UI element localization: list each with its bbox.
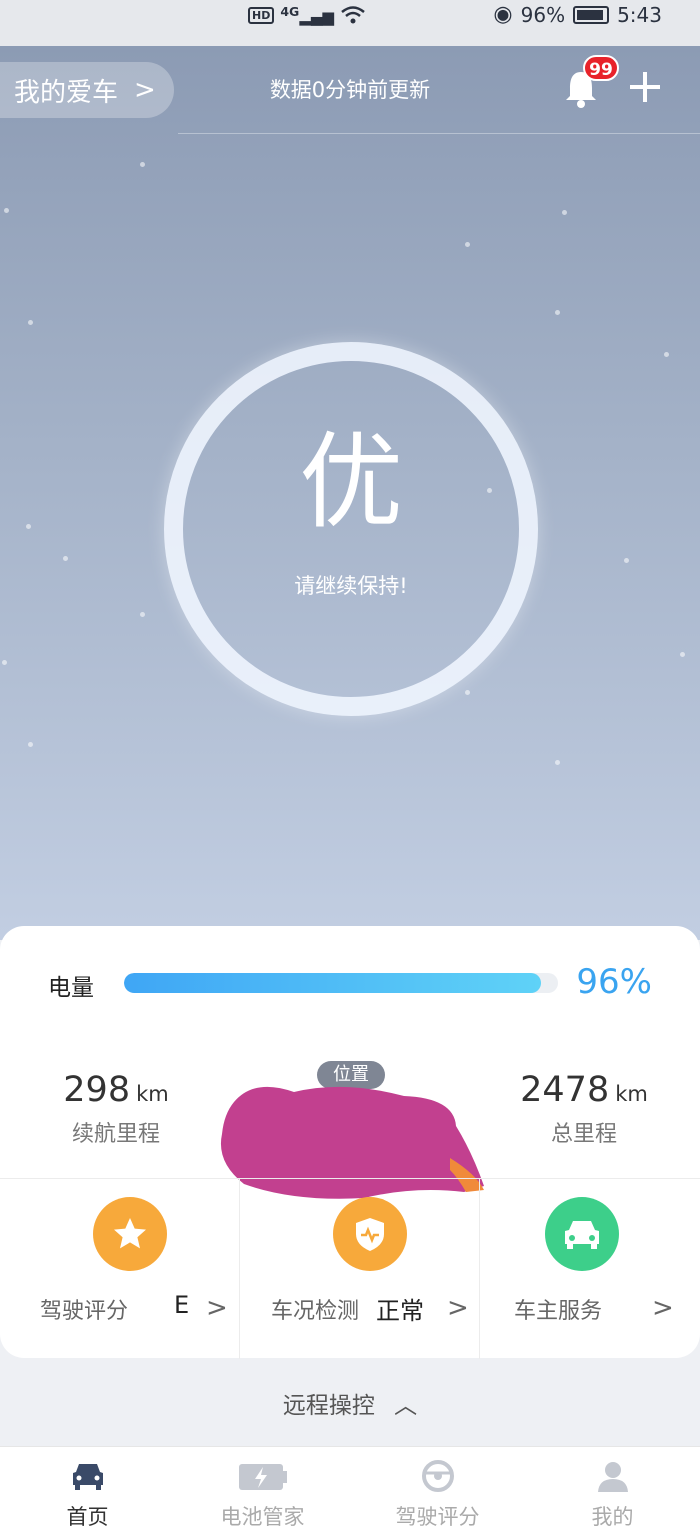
decor-dot bbox=[4, 208, 9, 213]
cell-signal-icon: 4G▂▄▆ bbox=[280, 4, 334, 26]
score-grade: 优 bbox=[298, 421, 403, 543]
decor-dot bbox=[140, 162, 145, 167]
decor-dot bbox=[28, 320, 33, 325]
battery-icon bbox=[573, 5, 610, 24]
owner-service-tile[interactable]: 车主服务 > bbox=[479, 1179, 700, 1359]
user-icon bbox=[597, 1462, 628, 1492]
add-icon[interactable] bbox=[628, 70, 662, 104]
wifi-icon bbox=[341, 6, 365, 24]
chevron-up-icon: ︿ bbox=[394, 1393, 418, 1419]
range-stat: 298 km 续航里程 bbox=[18, 1070, 214, 1148]
chevron-right-icon: > bbox=[652, 1293, 674, 1323]
service-tiles: 驾驶评分 E > 车况检测 正常 > 车主服务 > bbox=[0, 1178, 700, 1359]
remote-control-toggle[interactable]: 远程操控 ︿ bbox=[0, 1386, 700, 1420]
battery-progress-fill bbox=[124, 973, 541, 993]
eye-comfort-icon: ◉ bbox=[493, 2, 513, 27]
total-mileage-unit: km bbox=[615, 1082, 648, 1106]
decor-dot bbox=[555, 310, 560, 315]
total-mileage-stat: 2478 km 总里程 bbox=[486, 1070, 682, 1148]
decor-dot bbox=[680, 652, 685, 657]
battery-bolt-icon bbox=[238, 1464, 287, 1490]
tab-driving-score[interactable]: 驾驶评分 bbox=[350, 1447, 525, 1540]
status-bar: HD 4G▂▄▆ ◉ 96% 5:43 bbox=[0, 0, 700, 40]
owner-service-label: 车主服务 bbox=[514, 1299, 603, 1324]
car-icon bbox=[545, 1197, 619, 1271]
star-icon bbox=[93, 1197, 167, 1271]
tab-home[interactable]: 首页 bbox=[0, 1447, 175, 1540]
battery-percent: 96% bbox=[520, 2, 566, 27]
tab-home-label: 首页 bbox=[66, 1505, 109, 1529]
tab-driving-score-label: 驾驶评分 bbox=[395, 1505, 480, 1529]
decor-dot bbox=[465, 690, 470, 695]
battery-percent-value: 96% bbox=[576, 962, 652, 1002]
notification-badge: 99 bbox=[583, 55, 619, 81]
vehicle-check-tile[interactable]: 车况检测 正常 > bbox=[239, 1179, 479, 1359]
tab-profile[interactable]: 我的 bbox=[525, 1447, 700, 1540]
score-message: 请继续保持! bbox=[294, 574, 408, 598]
clock: 5:43 bbox=[617, 2, 662, 27]
decor-dot bbox=[555, 760, 560, 765]
system-indicators: ◉ 96% 5:43 bbox=[493, 2, 662, 27]
driving-score-value: E bbox=[174, 1291, 190, 1319]
shield-pulse-icon bbox=[333, 1197, 407, 1271]
total-mileage-value: 2478 bbox=[520, 1070, 610, 1110]
chevron-right-icon: > bbox=[447, 1293, 469, 1323]
tab-profile-label: 我的 bbox=[591, 1505, 634, 1529]
hd-voice-icon: HD bbox=[248, 6, 275, 24]
tab-battery-label: 电池管家 bbox=[220, 1505, 305, 1529]
range-value: 298 bbox=[63, 1070, 131, 1110]
range-label: 续航里程 bbox=[71, 1122, 160, 1147]
bottom-tab-bar: 首页 电池管家 驾驶评分 我的 bbox=[0, 1446, 700, 1540]
driving-score-label: 驾驶评分 bbox=[40, 1299, 129, 1324]
decor-dot bbox=[664, 352, 669, 357]
vehicle-check-value: 正常 bbox=[376, 1297, 424, 1325]
chevron-right-icon: > bbox=[206, 1293, 228, 1323]
battery-label: 电量 bbox=[48, 975, 94, 1001]
decor-dot bbox=[562, 210, 567, 215]
battery-progress-bar bbox=[124, 973, 558, 993]
header-divider bbox=[178, 133, 700, 134]
remote-control-label: 远程操控 bbox=[282, 1393, 375, 1419]
decor-dot bbox=[2, 660, 7, 665]
car-icon bbox=[72, 1464, 103, 1490]
total-mileage-label: 总里程 bbox=[550, 1122, 617, 1147]
range-unit: km bbox=[136, 1082, 169, 1106]
decor-dot bbox=[465, 242, 470, 247]
decor-dot bbox=[26, 524, 31, 529]
decor-dot bbox=[140, 612, 145, 617]
driving-score-tile[interactable]: 驾驶评分 E > bbox=[0, 1179, 239, 1359]
vehicle-check-label: 车况检测 bbox=[271, 1299, 360, 1324]
tab-battery[interactable]: 电池管家 bbox=[175, 1447, 350, 1540]
decor-dot bbox=[28, 742, 33, 747]
decor-dot bbox=[624, 558, 629, 563]
network-indicators: HD 4G▂▄▆ bbox=[248, 4, 366, 26]
steering-wheel-icon bbox=[421, 1460, 454, 1492]
decor-dot bbox=[63, 556, 68, 561]
